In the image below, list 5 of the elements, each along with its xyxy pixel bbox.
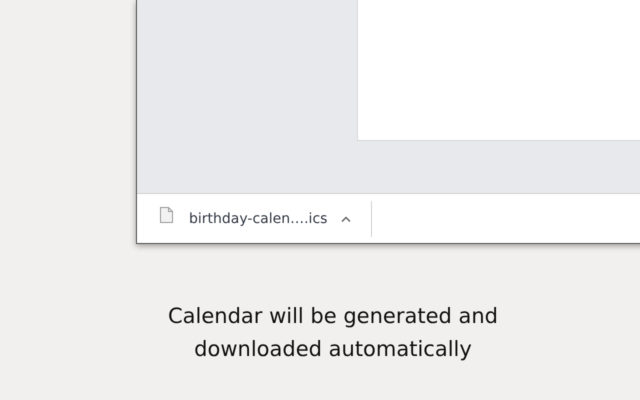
caret-icon[interactable] bbox=[341, 216, 352, 222]
caption-text: Calendar will be generated and bbox=[168, 303, 498, 330]
caption-text: downloaded automatically bbox=[194, 336, 472, 363]
file-icon bbox=[160, 206, 173, 222]
download-filename[interactable]: birthday-calen….ics bbox=[189, 210, 328, 226]
